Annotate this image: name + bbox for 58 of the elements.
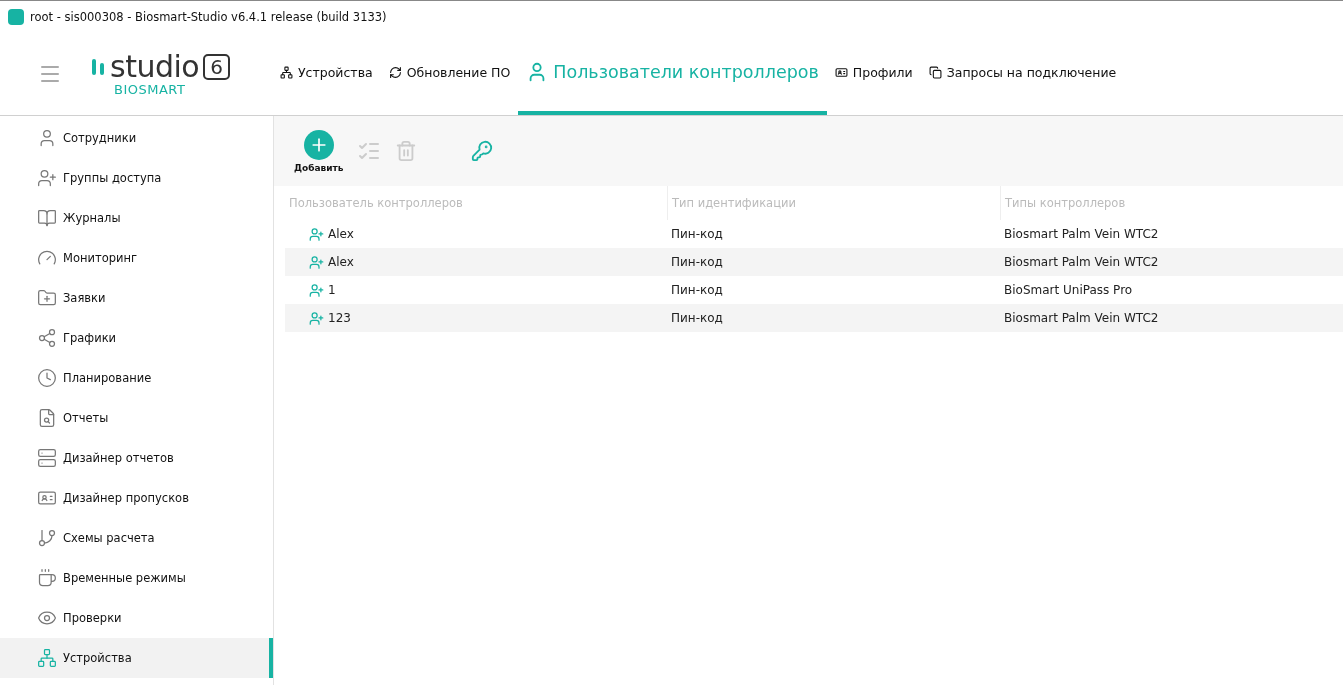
sidebar-item[interactable]: Планирование [0,358,273,398]
plus-icon [303,129,334,160]
id-card-icon [834,65,848,79]
sidebar-item[interactable]: Дизайнер отчетов [0,438,273,478]
user-name: 123 [328,311,351,325]
server-icon [37,448,57,468]
nav-tab[interactable]: Обновление ПО [380,33,519,115]
sidebar-item[interactable]: Отчеты [0,398,273,438]
share-icon [37,328,57,348]
logo-bars-icon [92,56,106,77]
sidebar-item[interactable]: Схемы расчета [0,518,273,558]
table-cell-text: Пин-код [670,227,724,241]
sidebar-item[interactable]: Устройства [0,638,273,678]
sidebar-item[interactable]: Временные режимы [0,558,273,598]
window-title: root - sis000308 - Biosmart-Studio v6.4.1 release (build 3133) [30,10,387,24]
cup-icon [37,568,57,588]
table-cell-text: Biosmart Palm Vein WTC2 [1003,311,1160,325]
table-cell-text: Biosmart Palm Vein WTC2 [1003,255,1160,269]
branch-icon [37,528,57,548]
table-cell-text: BioSmart UniPass Pro [1003,283,1134,297]
nav-tab[interactable]: Профили [826,33,921,115]
user-plus-icon [309,310,324,326]
user-plus-icon [37,168,57,188]
network-icon [280,65,293,79]
column-header: Пользователь контроллеров [288,195,464,212]
clock-icon [37,368,57,388]
user-plus-icon [309,254,324,270]
sidebar-item[interactable]: Мониторинг [0,238,273,278]
user-name: Alex [328,227,354,241]
sidebar-item[interactable]: Графики [0,318,273,358]
folder-plus-icon [37,288,57,308]
sidebar-item[interactable]: Группы доступа [0,158,273,198]
table-cell-text: Пин-код [670,283,724,297]
refresh-icon [388,65,402,79]
table-cell-text: Пин-код [670,311,724,325]
book-icon [37,208,57,228]
network-icon [37,648,57,668]
sidebar-item[interactable]: Проверки [0,598,273,638]
logo-brand: BIOSMART [114,81,187,97]
sidebar-item[interactable]: Журналы [0,198,273,238]
user-plus-icon [309,282,324,298]
app-icon [8,9,24,25]
sidebar-item[interactable]: Сотрудники [0,118,273,158]
table-cell-text: Пин-код [670,255,724,269]
table-cell-text: Biosmart Palm Vein WTC2 [1003,227,1160,241]
logo-version: 6 [203,53,230,80]
nav-tab[interactable]: Запросы на подключение [920,33,1125,115]
logo-word: studio [110,51,200,82]
add-button[interactable]: Добавить [294,129,344,173]
user-name: 1 [328,283,336,297]
file-search-icon [37,408,57,428]
sidebar-item[interactable]: Заявки [0,278,273,318]
sidebar-item[interactable]: Дизайнер пропусков [0,478,273,518]
key-button[interactable] [471,140,494,162]
copy-icon [928,65,942,79]
nav-tab[interactable]: Устройства [272,33,381,115]
user-name: Alex [328,255,354,269]
user-plus-icon [309,226,324,242]
